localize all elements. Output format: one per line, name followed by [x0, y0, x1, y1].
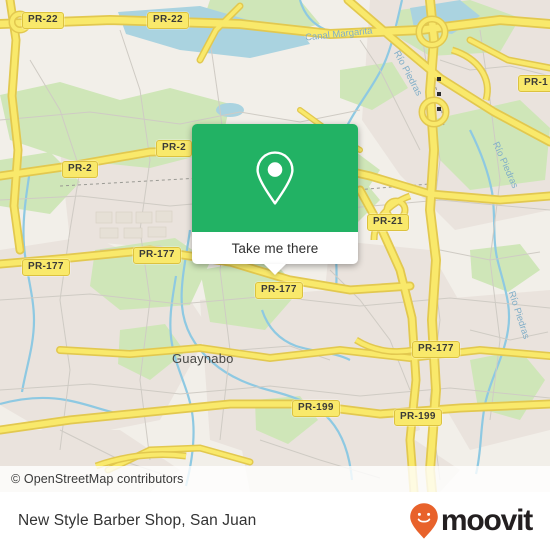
road-shield-pr-199-right[interactable]: PR-199 — [394, 409, 442, 426]
take-me-there-button[interactable]: Take me there — [192, 232, 358, 264]
road-shield-pr-2-upper[interactable]: PR-2 — [156, 140, 192, 157]
road-shield-pr-177-mid[interactable]: PR-177 — [133, 247, 181, 264]
road-shield-pr-177-right[interactable]: PR-177 — [412, 341, 460, 358]
map-attribution-bar: © OpenStreetMap contributors — [0, 466, 550, 492]
road-shield-pr-22-west[interactable]: PR-22 — [22, 12, 64, 29]
road-shield-pr-2-left[interactable]: PR-2 — [62, 161, 98, 178]
road-shield-pr-177-center[interactable]: PR-177 — [255, 282, 303, 299]
moovit-wordmark: moovit — [440, 504, 533, 537]
road-shield-pr-22-east[interactable]: PR-22 — [147, 12, 189, 29]
moovit-logo[interactable]: moovit — [409, 502, 550, 540]
location-pin-icon — [256, 151, 294, 205]
footer-bar: New Style Barber Shop, San Juan moovit — [0, 492, 550, 550]
popup-pointer-tail — [264, 264, 286, 275]
location-popup-card[interactable]: Take me there — [192, 124, 358, 275]
openstreetmap-attribution[interactable]: © OpenStreetMap contributors — [0, 472, 184, 486]
road-shield-pr-177-left[interactable]: PR-177 — [22, 259, 70, 276]
location-title: New Style Barber Shop, San Juan — [18, 512, 257, 529]
map-canvas[interactable]: Guaynabo Canal Margarita Río Piedras Río… — [0, 0, 550, 492]
take-me-there-label: Take me there — [231, 240, 319, 256]
road-shield-pr-1[interactable]: PR-1 — [518, 75, 550, 92]
road-shield-pr-21[interactable]: PR-21 — [367, 214, 409, 231]
popup-pin-panel — [192, 124, 358, 232]
road-shield-pr-199-left[interactable]: PR-199 — [292, 400, 340, 417]
map-screenshot: Guaynabo Canal Margarita Río Piedras Río… — [0, 0, 550, 550]
moovit-pin-icon — [410, 503, 438, 539]
